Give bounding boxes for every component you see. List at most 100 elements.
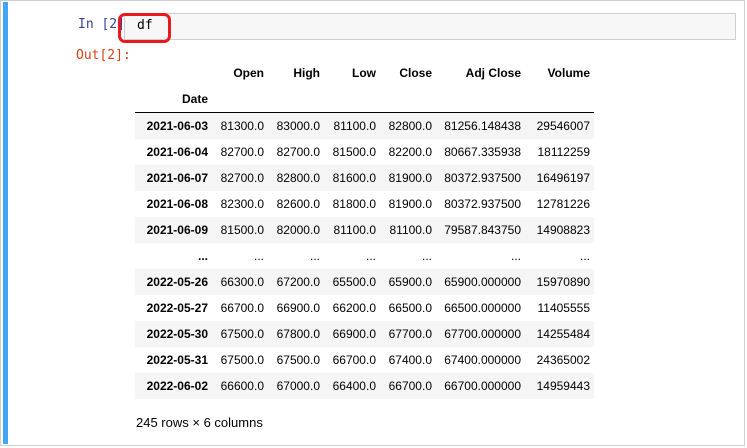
table-cell: 82800.0 [388, 118, 432, 133]
row-index-date: 2021-06-09 [146, 222, 208, 237]
table-row: 2021-06-04 82700.0 82700.0 81500.0 82200.0 80… [135, 139, 594, 165]
table-cell: 82700.0 [220, 144, 264, 159]
table-cell: 67500.0 [220, 352, 264, 367]
table-cell: 29546007 [536, 118, 590, 133]
table-cell: 66700.0 [332, 352, 376, 367]
table-cell: 66400.0 [332, 378, 376, 393]
table-cell: 67000.0 [276, 378, 320, 393]
table-cell: 67500.0 [220, 326, 264, 341]
table-cell: 81300.0 [220, 118, 264, 133]
table-cell: ... [253, 248, 264, 263]
table-cell: 80372.937500 [444, 196, 521, 211]
table-row: 2022-05-31 67500.0 67500.0 66700.0 67400.0 67… [135, 347, 594, 373]
table-cell: 12781226 [536, 196, 590, 211]
table-row: 2022-06-02 66600.0 67000.0 66400.0 66700.0 66… [135, 372, 594, 399]
table-cell: 66700.0 [220, 300, 264, 315]
row-index-date: ... [197, 248, 208, 263]
table-row: 2021-06-08 82300.0 82600.0 81800.0 81900.0 80… [135, 191, 594, 217]
table-cell: 80667.335938 [444, 144, 521, 159]
table-row: 2021-06-03 81300.0 83000.0 81100.0 82800.0 81… [135, 112, 594, 139]
table-cell: 66900.0 [276, 300, 320, 315]
output-prompt: Out[2]: [76, 48, 131, 63]
column-header: Open [233, 65, 264, 80]
table-row: ..................... [135, 243, 594, 269]
table-cell: 11405555 [537, 300, 591, 315]
table-cell: 81256.148438 [444, 118, 521, 133]
table-cell: 82700.0 [220, 170, 264, 185]
table-row: 2022-05-30 67500.0 67800.0 66900.0 67700.0 67… [135, 320, 594, 347]
table-cell: 81900.0 [388, 170, 432, 185]
row-index-date: 2021-06-03 [146, 118, 208, 133]
table-cell: 81800.0 [332, 196, 376, 211]
table-cell: 65900.000000 [444, 274, 521, 289]
table-cell: ... [579, 248, 590, 263]
table-cell: 66600.0 [220, 378, 264, 393]
table-cell: 66500.0 [388, 300, 432, 315]
table-cell: 14908823 [536, 222, 590, 237]
table-cell: 16496197 [536, 170, 590, 185]
table-cell: 82600.0 [276, 196, 320, 211]
column-header: Close [399, 65, 432, 80]
table-cell: 66300.0 [220, 274, 264, 289]
row-index-date: 2021-06-04 [146, 144, 208, 159]
column-header-blank [135, 59, 212, 86]
table-cell: ... [309, 248, 320, 263]
table-cell: 79587.843750 [444, 222, 521, 237]
table-cell: 67700.000000 [444, 326, 521, 341]
table-cell: 81100.0 [389, 222, 433, 237]
row-index-date: 2022-05-30 [146, 326, 208, 341]
row-index-date: 2021-06-07 [146, 170, 208, 185]
table-cell: 67500.0 [276, 352, 320, 367]
table-cell: 83000.0 [276, 118, 320, 133]
column-header: Low [352, 65, 376, 80]
column-header: Adj Close [465, 65, 521, 80]
table-cell: 81100.0 [333, 118, 377, 133]
table-cell: 66700.0 [388, 378, 432, 393]
table-cell: 24365002 [536, 352, 590, 367]
table-cell: 66700.000000 [444, 378, 521, 393]
table-cell: 65900.0 [388, 274, 432, 289]
table-row: 2022-05-27 66700.0 66900.0 66200.0 66500.0 66… [135, 295, 594, 321]
column-header: Volume [547, 65, 590, 80]
table-cell: 67800.0 [276, 326, 320, 341]
table-cell: 66900.0 [332, 326, 376, 341]
table-cell: 66500.000000 [444, 300, 521, 315]
row-index-date: 2022-05-27 [146, 300, 208, 315]
table-cell: ... [365, 248, 376, 263]
table-cell: 15970890 [536, 274, 590, 289]
table-row: 2021-06-07 82700.0 82800.0 81600.0 81900.0 80… [135, 164, 594, 191]
row-index-date: 2022-05-26 [146, 274, 208, 289]
code-input-area[interactable] [124, 13, 736, 40]
table-row: 2021-06-09 81500.0 82000.0 81100.0 81100.0 79… [135, 216, 594, 243]
table-cell: 81100.0 [333, 222, 377, 237]
selected-cell-indicator [3, 2, 8, 444]
table-cell: 66200.0 [332, 300, 376, 315]
column-header: High [293, 65, 320, 80]
table-cell: 81900.0 [388, 196, 432, 211]
table-cell: 67700.0 [388, 326, 432, 341]
row-index-date: 2021-06-08 [146, 196, 208, 211]
table-cell: ... [421, 248, 432, 263]
table-cell: 67400.000000 [444, 352, 521, 367]
table-cell: 67200.0 [276, 274, 320, 289]
table-cell: ... [510, 248, 521, 263]
table-cell: 80372.937500 [444, 170, 521, 185]
table-cell: 65500.0 [332, 274, 376, 289]
dataframe-table: Open High Low Close Adj Close Volume Dat… [135, 59, 594, 399]
row-index-date: 2022-05-31 [146, 352, 208, 367]
row-index-date: 2022-06-02 [146, 378, 208, 393]
table-cell: 67400.0 [388, 352, 432, 367]
table-cell: 14255484 [536, 326, 590, 341]
table-cell: 82700.0 [276, 144, 320, 159]
index-name-header: Date [135, 86, 212, 113]
table-cell: 18112259 [537, 144, 591, 159]
table-cell: 14959443 [536, 378, 590, 393]
table-cell: 81500.0 [332, 144, 376, 159]
table-cell: 82800.0 [276, 170, 320, 185]
table-cell: 82000.0 [276, 222, 320, 237]
table-cell: 82200.0 [388, 144, 432, 159]
table-cell: 81500.0 [220, 222, 264, 237]
highlight-annotation [118, 13, 171, 43]
table-cell: 81600.0 [332, 170, 376, 185]
table-row: 2022-05-26 66300.0 67200.0 65500.0 65900.0 65… [135, 268, 594, 295]
